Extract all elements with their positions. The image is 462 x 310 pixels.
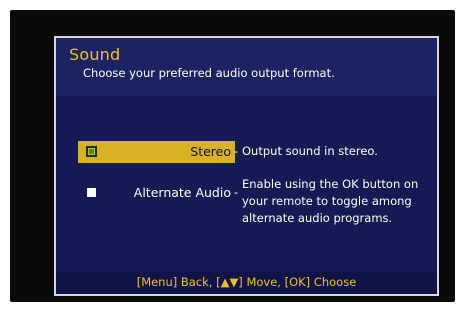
option-label: Alternate Audio <box>133 185 231 200</box>
option-description: - Enable using the OK button on your rem… <box>234 176 427 227</box>
selected-radio-icon <box>86 146 97 157</box>
unselected-radio-icon <box>87 188 96 197</box>
option-description-text: Enable using the OK button on your remot… <box>242 177 419 225</box>
separator: - <box>234 185 239 199</box>
option-stereo[interactable]: Stereo <box>78 141 235 163</box>
key-hint-text: [Menu] Back, [▲▼] Move, [OK] Choose <box>136 275 357 289</box>
panel-header: Sound Choose your preferred audio output… <box>56 38 437 96</box>
page-subtitle: Choose your preferred audio output forma… <box>83 66 335 80</box>
separator: - <box>234 144 239 158</box>
sound-settings-panel: Sound Choose your preferred audio output… <box>54 36 439 296</box>
key-hint-bar: [Menu] Back, [▲▼] Move, [OK] Choose <box>56 272 437 294</box>
option-description: - Output sound in stereo. <box>234 143 427 160</box>
option-label: Stereo <box>190 144 231 159</box>
tv-screen: Sound Choose your preferred audio output… <box>10 10 455 302</box>
page-title: Sound <box>69 45 121 64</box>
option-alternate-audio[interactable]: Alternate Audio <box>78 182 235 204</box>
option-description-text: Output sound in stereo. <box>242 144 378 158</box>
